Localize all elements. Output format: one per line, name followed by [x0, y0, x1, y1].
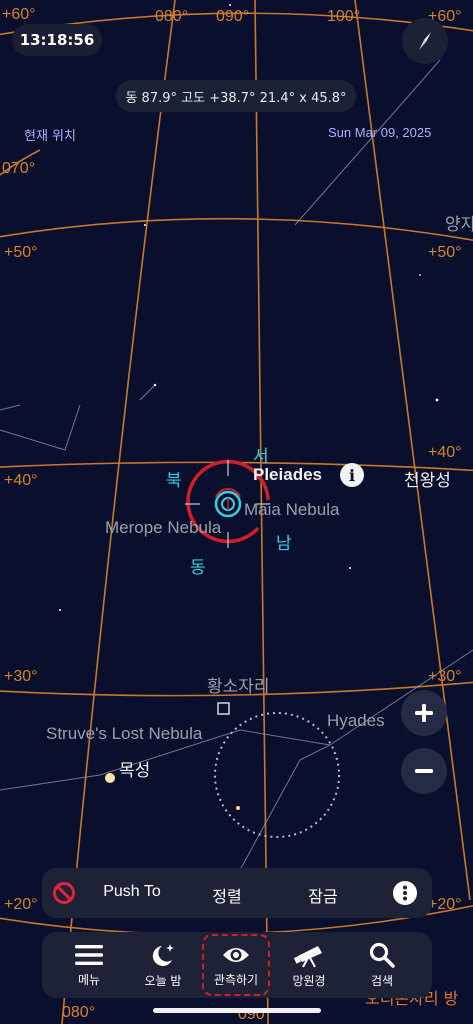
dec-50-right-label: +50°	[428, 244, 462, 261]
dec-50-left-label: +50°	[4, 244, 38, 261]
aries-partial-label[interactable]: 양자	[445, 210, 473, 235]
dec-40-left-label: +40°	[4, 472, 38, 489]
struve-lost-nebula-label[interactable]: Struve's Lost Nebula	[46, 724, 202, 744]
prohibit-icon	[53, 882, 75, 904]
clock-time: 13:18:56	[19, 31, 95, 49]
dec-40-right-label: +40°	[428, 444, 462, 461]
zoom-in-button[interactable]	[401, 690, 447, 736]
direction-west-label: 서	[253, 447, 269, 467]
tab-tonight-label: 오늘 밤	[144, 973, 182, 988]
clock-pill: 13:18:56	[12, 24, 102, 56]
dec-30-right-label: +30°	[428, 668, 462, 685]
moon-stars-icon	[152, 943, 174, 966]
jupiter-label[interactable]: 목성	[119, 756, 150, 781]
coordinate-readout: 동 87.9° 고도 +38.7° 21.4° x 45.8°	[116, 80, 356, 112]
tab-search[interactable]: 검색	[347, 932, 417, 998]
zoom-out-button[interactable]	[401, 748, 447, 794]
menu-icon	[75, 944, 103, 965]
location-label: 현재 위치	[24, 129, 76, 144]
coordinate-text: 동 87.9° 고도 +38.7° 21.4° x 45.8°	[125, 90, 347, 106]
dec-20-right-label: +20°	[428, 896, 462, 913]
tab-tonight[interactable]: 오늘 밤	[128, 932, 198, 998]
push-to-button[interactable]: Push To	[92, 883, 172, 901]
ra-070-label: 070°	[2, 160, 36, 177]
hyades-label[interactable]: Hyades	[327, 711, 385, 731]
telescope-icon	[294, 945, 322, 967]
home-indicator[interactable]	[153, 1008, 321, 1013]
ra-080-top-label: 080°	[155, 8, 189, 25]
push-to-bar: Push To 정렬 잠금	[42, 868, 432, 918]
eye-icon	[223, 947, 249, 962]
cancel-push-button[interactable]	[52, 881, 76, 905]
merope-nebula-label[interactable]: Merope Nebula	[105, 518, 221, 538]
direction-east-label: 동	[190, 558, 206, 578]
taurus-marker[interactable]	[217, 702, 230, 715]
dec-60-right-label: +60°	[428, 8, 462, 25]
tab-menu[interactable]: 메뉴	[54, 932, 124, 998]
tab-telescope[interactable]: 망원경	[274, 932, 344, 998]
direction-north-label: 북	[166, 471, 182, 491]
ra-080-bottom-label: 080°	[62, 1004, 96, 1021]
tab-telescope-label: 망원경	[292, 973, 326, 988]
dec-20-left-label: +20°	[4, 896, 38, 913]
minus-icon	[415, 769, 433, 773]
more-options-button[interactable]	[393, 881, 417, 905]
align-button[interactable]: 정렬	[192, 883, 262, 907]
dec-60-left-label: +60°	[2, 6, 36, 23]
compass-icon	[419, 32, 431, 50]
search-icon	[369, 942, 395, 968]
tab-search-label: 검색	[370, 973, 394, 988]
bottom-tab-bar: 메뉴 오늘 밤 관측하기 망원경 검색	[42, 932, 432, 998]
declination-grid	[0, 12, 473, 936]
tab-observe-label: 관측하기	[213, 972, 259, 987]
pleiades-label[interactable]: Pleiades	[253, 465, 322, 485]
uranus-label[interactable]: 천왕성	[404, 466, 451, 491]
ra-100-top-label: 100°	[327, 8, 361, 25]
taurus-label[interactable]: 황소자리	[207, 672, 270, 697]
ra-090-top-label: 090°	[216, 8, 250, 25]
maia-nebula-label[interactable]: Maia Nebula	[244, 500, 339, 520]
tab-observe[interactable]: 관측하기	[202, 934, 270, 996]
more-vertical-icon	[403, 885, 407, 901]
direction-south-label: 남	[276, 534, 292, 554]
dec-30-left-label: +30°	[4, 668, 38, 685]
lock-button[interactable]: 잠금	[288, 883, 358, 907]
info-icon[interactable]: i	[340, 463, 364, 487]
plus-icon	[415, 704, 433, 722]
tab-menu-label: 메뉴	[77, 972, 101, 987]
date-label: Sun Mar 09, 2025	[328, 125, 432, 140]
